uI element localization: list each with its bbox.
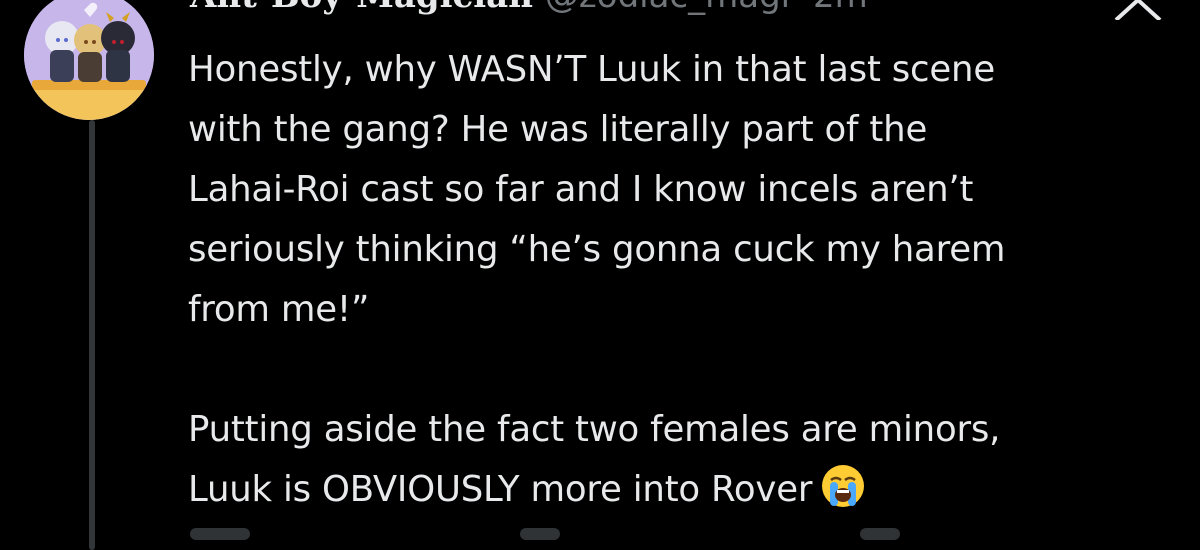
avatar-image: [24, 0, 154, 120]
author-handle[interactable]: @zodiac_magi: [545, 0, 790, 16]
tweet-header: Ant-Boy-Magician @zodiac_magi · 2m: [190, 0, 868, 18]
tweet-text-line: Honestly, why WASN’T Luuk in that last s…: [188, 49, 995, 90]
timestamp[interactable]: 2m: [813, 0, 868, 16]
tweet-text-line: Luuk is OBVIOUSLY more into Rover: [188, 460, 1178, 520]
tweet-body: Honestly, why WASN’T Luuk in that last s…: [188, 40, 1178, 520]
action-bar-hint: [520, 528, 560, 540]
tweet-text-line: Lahai-Roi cast so far and I know incels …: [188, 169, 974, 210]
tweet-text-line: from me!”: [188, 289, 370, 330]
tweet-text-line: Putting aside the fact two females are m…: [188, 409, 1001, 450]
action-bar-hint: [860, 528, 900, 540]
tweet-text-line: with the gang? He was literally part of …: [188, 109, 928, 150]
action-bar-hint: [190, 528, 250, 540]
loudly-crying-face-icon: [820, 463, 866, 509]
tweet-text-line: seriously thinking “he’s gonna cuck my h…: [188, 229, 1006, 270]
paragraph-break: [188, 340, 1178, 400]
close-icon[interactable]: [1110, 0, 1166, 22]
separator-dot: ·: [796, 0, 807, 16]
avatar[interactable]: [24, 0, 154, 120]
tweet-text-fragment: Luuk is OBVIOUSLY more into Rover: [188, 469, 813, 510]
thread-line: [89, 120, 95, 550]
author-name[interactable]: Ant-Boy-Magician: [190, 0, 533, 16]
